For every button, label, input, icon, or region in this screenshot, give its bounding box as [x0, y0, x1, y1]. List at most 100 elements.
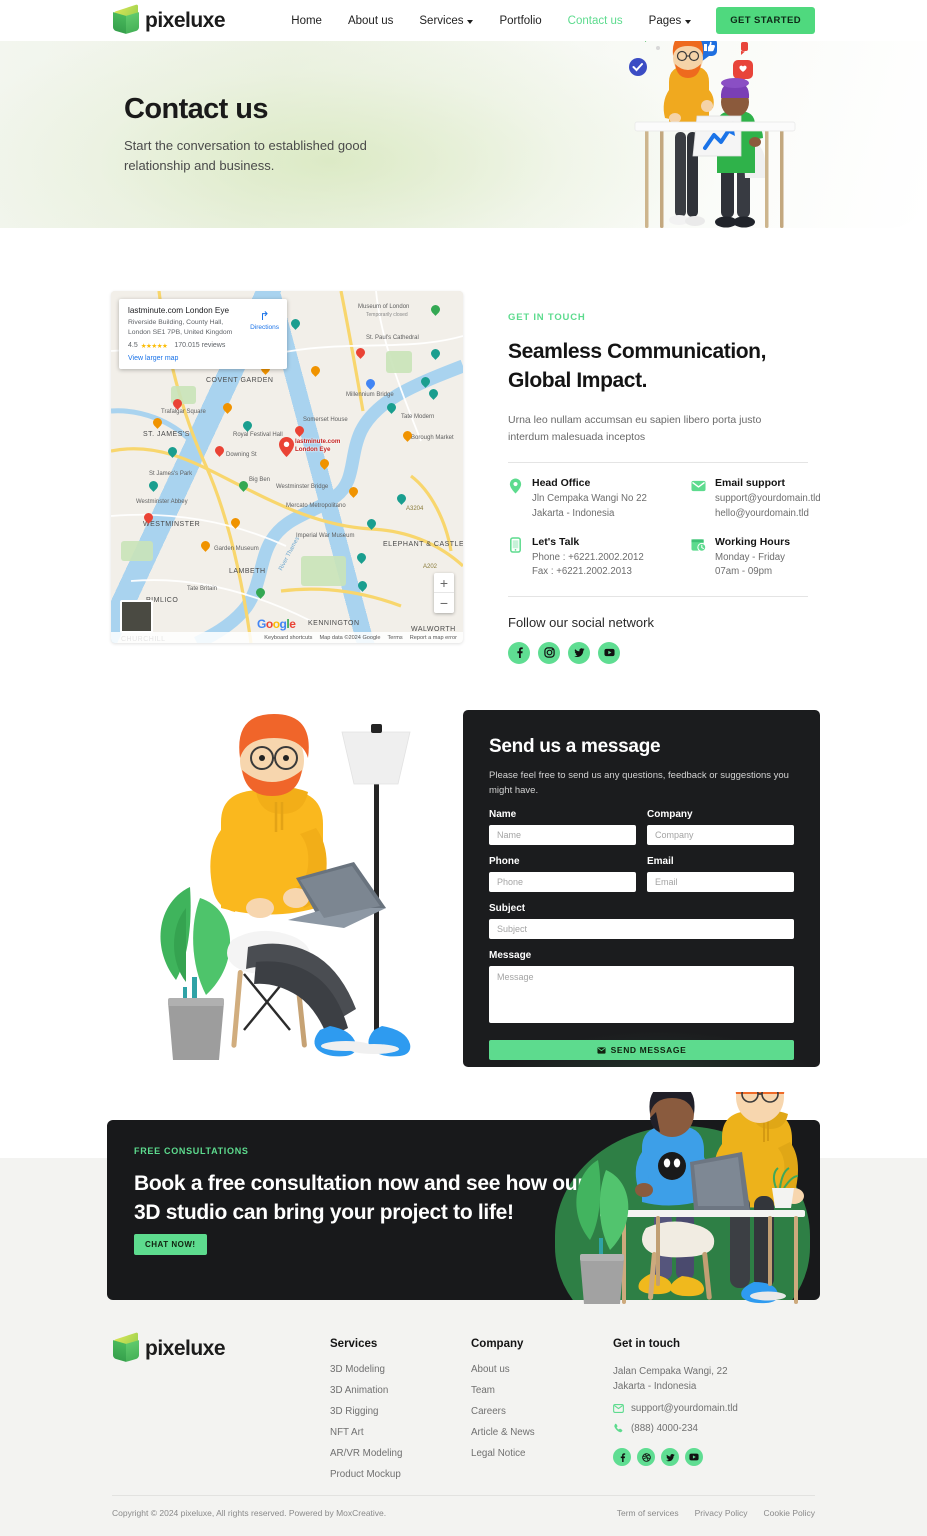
map-pin[interactable]: [239, 481, 248, 493]
cookie-policy-link[interactable]: Cookie Policy: [764, 1508, 816, 1518]
nav-item-pages[interactable]: Pages: [636, 15, 705, 27]
nav-item-home[interactable]: Home: [278, 15, 335, 27]
footer-email-row[interactable]: support@yourdomain.tld: [613, 1403, 738, 1414]
info-heading: Email support: [715, 477, 786, 490]
footer-link-about-us[interactable]: About us: [471, 1364, 535, 1375]
footer-link-article-news[interactable]: Article & News: [471, 1427, 535, 1438]
youtube-icon[interactable]: [685, 1448, 703, 1467]
map-data-attribution: Map data ©2024 Google: [319, 634, 381, 641]
map-label: Big Ben: [249, 477, 271, 483]
privacy-policy-link[interactable]: Privacy Policy: [695, 1508, 748, 1518]
send-message-button[interactable]: SEND MESSAGE: [489, 1040, 794, 1061]
nav-item-services[interactable]: Services: [406, 15, 486, 27]
footer-logo[interactable]: pixeluxe: [112, 1332, 226, 1363]
map-pin[interactable]: [168, 447, 177, 459]
info-line2[interactable]: hello@yourdomain.tld: [715, 508, 809, 519]
google-map[interactable]: Museum of London Temporarily closed St. …: [111, 291, 463, 643]
map-pin[interactable]: [173, 399, 182, 411]
map-zoom-in-button[interactable]: +: [434, 573, 454, 593]
map-pin[interactable]: [387, 403, 396, 415]
map-pin[interactable]: [144, 513, 153, 525]
company-input[interactable]: [647, 825, 794, 846]
instagram-icon[interactable]: [538, 641, 560, 664]
twitter-icon[interactable]: [568, 641, 590, 664]
map-pin[interactable]: [153, 418, 162, 430]
map-pin[interactable]: [431, 305, 440, 317]
footer-link-careers[interactable]: Careers: [471, 1406, 535, 1417]
map-report-link[interactable]: Report a map error: [410, 635, 457, 641]
email-input[interactable]: [647, 872, 794, 893]
map-info-card[interactable]: lastminute.com London Eye Riverside Buil…: [119, 299, 287, 369]
dribbble-icon[interactable]: [637, 1448, 655, 1467]
map-label: Somerset House: [303, 417, 348, 423]
footer-address-line1: Jalan Cempaka Wangi, 22: [613, 1366, 728, 1377]
map-zoom-controls[interactable]: + −: [434, 573, 454, 613]
map-pin[interactable]: [291, 319, 300, 331]
view-larger-map-link[interactable]: View larger map: [128, 355, 279, 362]
map-pin[interactable]: [358, 581, 367, 593]
map-pin[interactable]: [320, 459, 329, 471]
map-pin[interactable]: [295, 426, 304, 438]
footer-link-3d-animation[interactable]: 3D Animation: [330, 1385, 402, 1396]
facebook-icon[interactable]: [508, 641, 530, 664]
map-keyboard-shortcuts[interactable]: Keyboard shortcuts: [264, 635, 312, 641]
term-of-services-link[interactable]: Term of services: [617, 1508, 679, 1518]
map-pin[interactable]: [223, 403, 232, 415]
footer-link-team[interactable]: Team: [471, 1385, 535, 1396]
chat-now-button[interactable]: CHAT NOW!: [134, 1234, 207, 1255]
map-pin[interactable]: [421, 377, 430, 389]
message-textarea[interactable]: [489, 966, 794, 1024]
footer-phone-row[interactable]: (888) 4000-234: [613, 1423, 738, 1434]
divider: [508, 595, 808, 597]
get-started-button[interactable]: GET STARTED: [716, 7, 815, 34]
map-terms-link[interactable]: Terms: [388, 635, 403, 641]
contact-info-grid: Head Office Jln Cempaka Wangi No 22 Jaka…: [508, 477, 821, 579]
footer-address: Jalan Cempaka Wangi, 22 Jakarta - Indone…: [613, 1364, 738, 1394]
map-marker-selected[interactable]: [279, 437, 294, 457]
field-message: Message: [489, 950, 794, 1028]
twitter-icon[interactable]: [661, 1448, 679, 1467]
map-pin[interactable]: [429, 389, 438, 401]
footer-email: support@yourdomain.tld: [631, 1403, 738, 1415]
map-pin[interactable]: [149, 481, 158, 493]
footer-link-arvr-modeling[interactable]: AR/VR Modeling: [330, 1448, 402, 1459]
youtube-icon[interactable]: [598, 641, 620, 664]
nav-item-about-us[interactable]: About us: [335, 15, 406, 27]
footer-column-company: Company About us Team Careers Article & …: [471, 1338, 535, 1459]
info-line1[interactable]: support@yourdomain.tld: [715, 493, 821, 504]
map-zoom-out-button[interactable]: −: [434, 593, 454, 613]
map-pin[interactable]: [431, 349, 440, 361]
footer-link-nft-art[interactable]: NFT Art: [330, 1427, 402, 1438]
footer-link-3d-rigging[interactable]: 3D Rigging: [330, 1406, 402, 1417]
footer-link-3d-modeling[interactable]: 3D Modeling: [330, 1364, 402, 1375]
map-directions-button[interactable]: ↱ Directions: [250, 310, 279, 331]
footer-link-product-mockup[interactable]: Product Mockup: [330, 1469, 402, 1480]
map-pin[interactable]: [397, 494, 406, 506]
nav-label: Services: [419, 14, 464, 27]
subject-input[interactable]: [489, 919, 794, 940]
map-pin[interactable]: [215, 446, 224, 458]
map-pin[interactable]: [366, 379, 375, 391]
phone-input[interactable]: [489, 872, 636, 893]
map-pin[interactable]: [403, 431, 412, 443]
nav-item-portfolio[interactable]: Portfolio: [486, 15, 554, 27]
map-pin[interactable]: [201, 541, 210, 553]
map-satellite-toggle[interactable]: [120, 600, 153, 633]
map-address-line2: London SE1 7PB, United Kingdom: [128, 328, 233, 336]
brand-logo[interactable]: pixeluxe: [112, 4, 226, 35]
map-pin[interactable]: [243, 421, 252, 433]
form-row-phone-email: Phone Email: [489, 856, 794, 893]
facebook-icon[interactable]: [613, 1448, 631, 1467]
map-pin[interactable]: [349, 487, 358, 499]
map-pin[interactable]: [311, 366, 320, 378]
map-pin[interactable]: [356, 348, 365, 360]
map-pin[interactable]: [357, 553, 366, 565]
name-input[interactable]: [489, 825, 636, 846]
map-pin[interactable]: [231, 518, 240, 530]
info-heading: Working Hours: [715, 535, 791, 548]
map-pin[interactable]: [256, 588, 265, 600]
cube-logo-icon: [112, 1332, 140, 1363]
nav-item-contact-us[interactable]: Contact us: [555, 15, 636, 27]
footer-link-legal-notice[interactable]: Legal Notice: [471, 1448, 535, 1459]
map-pin[interactable]: [367, 519, 376, 531]
